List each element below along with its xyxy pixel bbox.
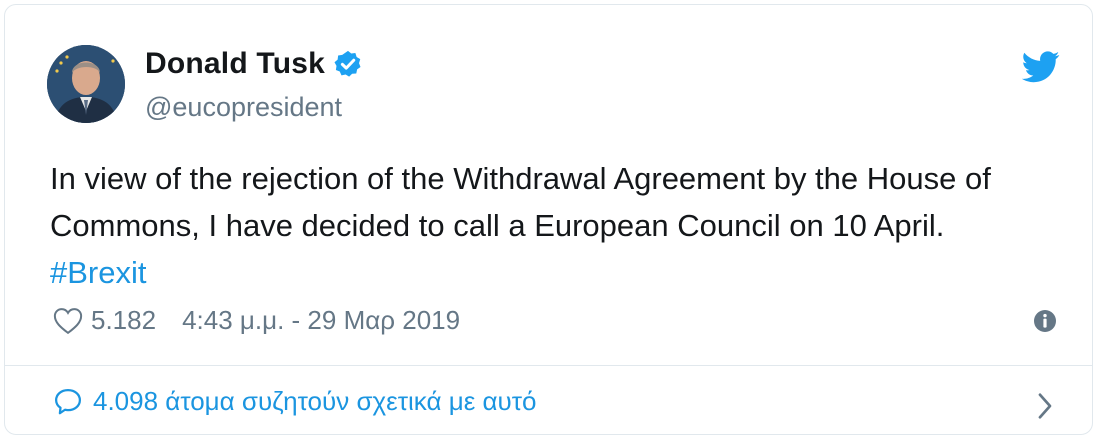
tweet-text: In view of the rejection of the Withdraw… bbox=[50, 155, 1060, 296]
tweet-card: Donald Tusk @eucopresident In view of th… bbox=[4, 4, 1093, 435]
divider bbox=[5, 365, 1092, 366]
discussion-label: 4.098 άτομα συζητούν σχετικά με αυτό bbox=[93, 386, 537, 416]
verified-badge-icon bbox=[334, 50, 361, 77]
avatar[interactable] bbox=[47, 45, 125, 123]
tweet-body: In view of the rejection of the Withdraw… bbox=[50, 161, 991, 243]
author-name-row[interactable]: Donald Tusk bbox=[145, 47, 363, 81]
hashtag-link[interactable]: #Brexit bbox=[50, 255, 146, 290]
tweet-meta: 5.182 4:43 μ.μ. - 29 Μαρ 2019 bbox=[53, 305, 460, 336]
tweet-timestamp[interactable]: 4:43 μ.μ. - 29 Μαρ 2019 bbox=[182, 305, 460, 336]
author-handle[interactable]: @eucopresident bbox=[145, 92, 342, 123]
like-count: 5.182 bbox=[91, 305, 157, 335]
info-icon[interactable] bbox=[1033, 309, 1057, 333]
author-name[interactable]: Donald Tusk bbox=[145, 47, 325, 81]
heart-icon bbox=[53, 307, 83, 334]
discussion-link[interactable]: 4.098 άτομα συζητούν σχετικά με αυτό bbox=[53, 386, 537, 417]
like-button[interactable]: 5.182 bbox=[53, 305, 156, 336]
twitter-bird-icon[interactable] bbox=[1022, 51, 1060, 83]
chevron-right-icon[interactable] bbox=[1035, 391, 1055, 421]
speech-bubble-icon bbox=[55, 388, 81, 414]
avatar-photo bbox=[47, 45, 125, 123]
